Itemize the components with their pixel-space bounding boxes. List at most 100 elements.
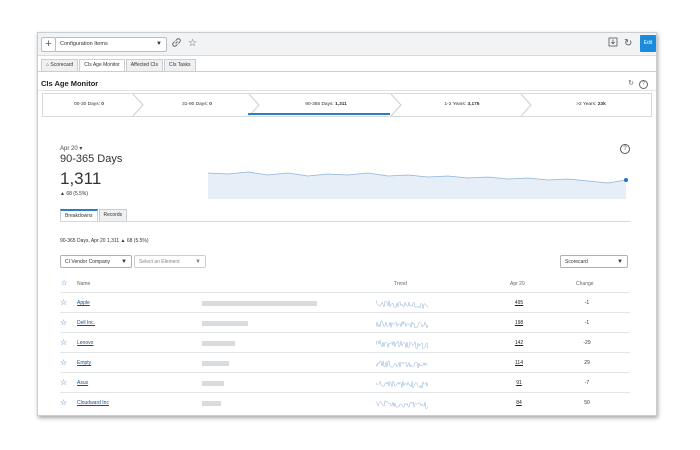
value-bar — [202, 401, 221, 406]
row-value-link[interactable]: 91 — [506, 373, 532, 393]
chevron-over-2-years[interactable]: >2 Years: 23k — [531, 94, 651, 116]
chevron-00-30-days[interactable]: 00-30 Days: 0 — [43, 94, 135, 116]
table-header: ☆ Name Trend Apr 20 Change — [60, 279, 630, 291]
breakdown-select-label: CI Vendor Company — [65, 259, 111, 265]
chevron-value: 0 — [209, 102, 212, 107]
row-value-link[interactable]: 142 — [506, 333, 532, 353]
chevron-value: 23k — [597, 102, 606, 107]
column-header-trend: Trend — [394, 281, 407, 287]
value-bar — [202, 361, 229, 366]
row-change: 50 — [584, 400, 590, 406]
trend-sparkline — [208, 171, 628, 199]
column-header-date[interactable]: Apr 20 — [510, 281, 525, 287]
star-icon[interactable]: ☆ — [60, 373, 67, 393]
value-bar — [202, 341, 235, 346]
row-trend-sparkline — [376, 360, 428, 369]
download-icon[interactable] — [608, 37, 618, 51]
ci-table-select[interactable]: Configuration Items ▼ — [55, 37, 167, 52]
row-name-link[interactable]: Dell Inc. — [77, 313, 95, 333]
sparkline-endpoint — [624, 178, 628, 182]
row-trend-sparkline — [376, 399, 428, 410]
trend-line — [376, 399, 428, 410]
metric-label: 90-365 Days — [60, 153, 123, 165]
table-row[interactable]: ☆ Apple 495 -1 — [60, 292, 630, 313]
star-icon[interactable]: ☆ — [60, 353, 67, 373]
help-icon[interactable]: ? — [639, 80, 648, 89]
trend-line — [376, 380, 428, 389]
breakdown-select[interactable]: CI Vendor Company ▼ — [60, 255, 132, 268]
chevron-label: 90-365 Days: — [305, 102, 336, 107]
tab-breakdowns[interactable]: Breakdowns — [60, 209, 98, 221]
tab-scorecard[interactable]: ⌂ Scorecard — [41, 59, 79, 71]
star-icon[interactable]: ☆ — [60, 313, 67, 333]
metric-delta: ▲ 68 (5.5%) — [60, 191, 89, 197]
star-icon[interactable]: ☆ — [60, 293, 67, 313]
row-value-link[interactable]: 114 — [506, 353, 532, 373]
link-icon[interactable] — [171, 37, 182, 52]
row-value-link[interactable]: 84 — [506, 393, 532, 413]
chevron-down-icon: ▼ — [195, 259, 201, 265]
chevron-label: 31-90 Days: — [182, 102, 210, 107]
row-value-link[interactable]: 198 — [506, 313, 532, 333]
view-select[interactable]: Scorecard ▼ — [560, 255, 628, 268]
edit-button[interactable]: Edit — [640, 35, 656, 52]
row-name-link[interactable]: Cloudward Inc — [77, 393, 109, 413]
tab-records[interactable]: Records — [98, 209, 128, 221]
app-window: + Configuration Items ▼ ☆ ↻ Edit ⌂ Score… — [37, 32, 657, 416]
star-icon[interactable]: ☆ — [60, 393, 67, 413]
toolbar: + Configuration Items ▼ ☆ ↻ Edit — [38, 33, 656, 56]
table-row[interactable]: ☆ Lenovo 142 -29 — [60, 332, 630, 353]
row-trend-sparkline — [376, 340, 428, 350]
star-icon[interactable]: ☆ — [61, 279, 67, 287]
row-name-link[interactable]: Asus — [77, 373, 88, 393]
row-change: 29 — [584, 360, 590, 366]
table-row[interactable]: ☆ Empty 114 29 — [60, 352, 630, 373]
home-icon: ⌂ — [46, 62, 50, 68]
trend-line — [376, 340, 428, 350]
row-name-link[interactable]: Lenovo — [77, 333, 93, 353]
table-row[interactable]: ☆ Asus 91 -7 — [60, 372, 630, 393]
help-icon[interactable]: ? — [620, 144, 630, 154]
row-name-link[interactable]: Empty — [77, 353, 91, 373]
page-title: CIs Age Monitor — [41, 79, 99, 88]
row-trend-sparkline — [376, 320, 428, 329]
chevron-down-icon: ▼ — [121, 259, 127, 265]
tab-affected-cis[interactable]: Affected CIs — [125, 59, 163, 71]
row-change: -29 — [583, 340, 591, 346]
element-select[interactable]: Select an Element ▼ — [134, 255, 206, 268]
trend-line — [376, 360, 428, 369]
detail-tabs: Breakdowns Records — [60, 209, 128, 221]
tab-cis-tasks[interactable]: CIs Tasks — [163, 59, 196, 71]
row-trend-sparkline — [376, 300, 428, 309]
date-selector[interactable]: Apr 20 ▾ — [60, 145, 82, 152]
table-row[interactable]: ☆ Cloudward Inc 84 50 — [60, 392, 630, 413]
chevron-1-2-years[interactable]: 1-2 Years: 3,175 — [401, 94, 523, 116]
star-icon[interactable]: ☆ — [60, 333, 67, 353]
header-icons: ↻ ? — [628, 79, 648, 89]
ci-table-select-label: Configuration Items — [60, 41, 108, 47]
tab-divider — [38, 71, 656, 72]
chevron-value: 3,175 — [467, 102, 480, 107]
chevron-value: 1,311 — [335, 102, 347, 107]
chevron-31-90-days[interactable]: 31-90 Days: 0 — [143, 94, 251, 116]
add-button[interactable]: + — [41, 37, 56, 52]
detail-tab-divider — [60, 221, 630, 222]
row-value-link[interactable]: 495 — [506, 293, 532, 313]
tab-label: Scorecard — [50, 62, 74, 68]
refresh-icon[interactable]: ↻ — [628, 80, 634, 87]
value-bar — [202, 381, 224, 386]
column-header-name[interactable]: Name — [77, 281, 90, 287]
value-bar — [202, 321, 248, 326]
row-name-link[interactable]: Apple — [77, 293, 90, 313]
chevron-value: 0 — [101, 102, 104, 107]
chevron-down-icon: ▼ — [156, 41, 162, 47]
row-trend-sparkline — [376, 380, 428, 389]
header-divider — [38, 90, 656, 91]
star-icon[interactable]: ☆ — [188, 37, 197, 50]
table-row[interactable]: ☆ Dell Inc. 198 -1 — [60, 312, 630, 333]
refresh-icon[interactable]: ↻ — [624, 37, 632, 50]
column-header-change[interactable]: Change — [576, 281, 594, 287]
chevron-down-icon: ▼ — [617, 259, 623, 265]
row-change: -7 — [584, 380, 590, 386]
selected-chevron-indicator — [248, 113, 390, 115]
